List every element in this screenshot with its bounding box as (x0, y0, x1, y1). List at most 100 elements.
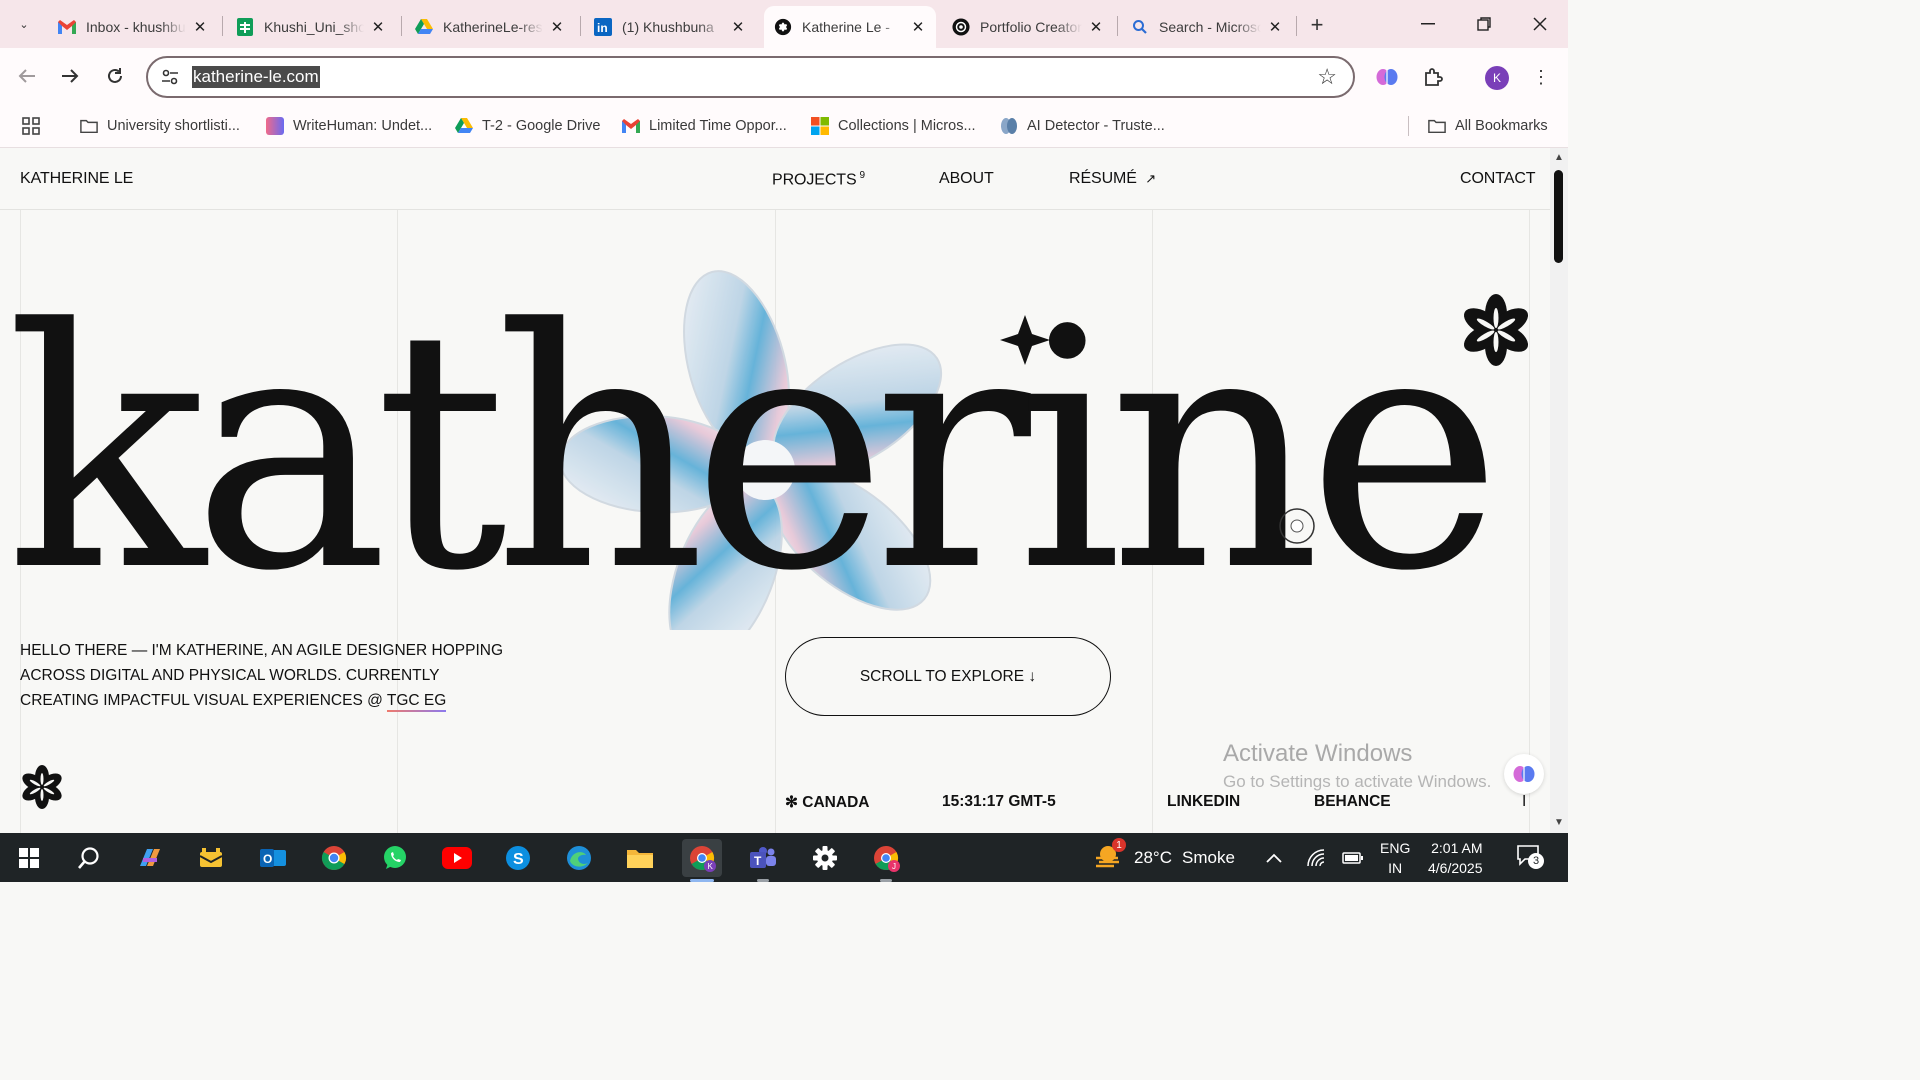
nav-projects[interactable]: PROJECTS 9 (772, 170, 865, 189)
scroll-to-explore-button[interactable]: SCROLL TO EXPLORE ↓ (785, 637, 1111, 716)
behance-link[interactable]: BEHANCE (1314, 793, 1391, 811)
file-explorer-icon[interactable] (620, 839, 660, 877)
nav-resume-label: RÉSUMÉ (1069, 170, 1137, 187)
notifications-icon[interactable]: 3 (1516, 833, 1544, 882)
projects-count: 9 (859, 170, 866, 181)
close-icon[interactable]: ✕ (1088, 19, 1104, 36)
new-tab-button[interactable]: + (1304, 12, 1330, 38)
all-bookmarks[interactable]: All Bookmarks (1428, 113, 1548, 139)
wifi-icon[interactable] (1306, 833, 1326, 882)
tab-sheets[interactable]: Khushi_Uni_shortlist ✕ (226, 6, 396, 48)
brain-extension-icon[interactable] (1372, 62, 1402, 92)
ai-detector-icon (1000, 117, 1018, 135)
weather-widget[interactable]: 1 28°C Smoke (1094, 833, 1235, 882)
bookmark-label: Limited Time Oppor... (649, 118, 787, 134)
bookmark-label: University shortlisti... (107, 118, 240, 134)
minimize-button[interactable] (1400, 0, 1456, 48)
bookmark-google-drive[interactable]: T-2 - Google Drive (455, 113, 600, 139)
outlook-icon[interactable]: O (253, 839, 293, 877)
bookmark-ai-detector[interactable]: AI Detector - Truste... (1000, 113, 1165, 139)
search-icon[interactable] (69, 839, 109, 877)
whatsapp-icon[interactable] (375, 839, 415, 877)
bookmark-university[interactable]: University shortlisti... (80, 113, 240, 139)
mail-app-icon[interactable] (191, 839, 231, 877)
more-menu-icon[interactable]: ⋮ (1526, 62, 1556, 92)
activate-windows-title: Activate Windows (1223, 740, 1413, 767)
close-icon (1533, 17, 1547, 31)
back-button[interactable] (13, 62, 41, 90)
site-info-icon[interactable] (160, 67, 180, 87)
start-icon[interactable] (9, 839, 49, 877)
nav-projects-label: PROJECTS (772, 171, 857, 189)
svg-text:K: K (708, 862, 714, 871)
activate-windows-subtitle: Go to Settings to activate Windows. (1223, 772, 1492, 791)
chrome-profile-j-icon[interactable]: J (866, 839, 906, 877)
clock-date: 4/6/2025 (1428, 859, 1483, 876)
nav-resume[interactable]: RÉSUMÉ ↗ (1069, 170, 1156, 188)
tab-portfolio-creator[interactable]: Portfolio Creator ✕ (942, 6, 1114, 48)
weather-alert-badge: 1 (1112, 838, 1126, 852)
battery-icon[interactable] (1342, 833, 1364, 882)
edge-icon[interactable] (559, 839, 599, 877)
linkedin-link[interactable]: LINKEDIN (1167, 793, 1240, 811)
close-icon[interactable]: ✕ (192, 19, 208, 36)
close-icon[interactable]: ✕ (370, 19, 386, 36)
drive-icon (455, 117, 473, 135)
writehuman-icon (266, 117, 284, 135)
nav-about[interactable]: ABOUT (939, 170, 994, 188)
bookmark-limited-time[interactable]: Limited Time Oppor... (622, 113, 787, 139)
tab-search-chevron-icon[interactable]: ⌄ (10, 10, 38, 38)
page-scrollbar[interactable]: ▲ ▼ (1550, 148, 1568, 833)
clock[interactable]: 2:01 AM 4/6/2025 (1428, 833, 1483, 882)
scroll-up-icon[interactable]: ▲ (1553, 152, 1565, 164)
lang-line1: ENG (1380, 839, 1411, 856)
skype-icon[interactable]: S (498, 839, 538, 877)
url-text[interactable]: katherine-le.com (192, 66, 320, 88)
tgc-eg-link[interactable]: TGC EG (386, 692, 447, 712)
intro-text: HELLO THERE — I'M KATHERINE, AN AGILE DE… (20, 638, 520, 713)
search-icon (1131, 18, 1149, 36)
close-icon[interactable]: ✕ (549, 19, 565, 36)
reload-button[interactable] (101, 62, 129, 90)
language-indicator[interactable]: ENG IN (1380, 833, 1410, 882)
bookmark-star-icon[interactable]: ☆ (1317, 64, 1337, 90)
profile-avatar[interactable]: K (1485, 66, 1509, 90)
bookmark-writehuman[interactable]: WriteHuman: Undet... (266, 113, 432, 139)
extensions-puzzle-icon[interactable] (1418, 62, 1448, 92)
tab-strip: ⌄ Inbox - khushbuna ✕ Khushi_Uni_shortli… (0, 0, 1568, 48)
weather-desc: Smoke (1181, 847, 1235, 867)
bookmark-label: Collections | Micros... (838, 118, 976, 134)
show-hidden-icons-chevron-icon[interactable] (1266, 833, 1282, 882)
nav-contact[interactable]: CONTACT (1460, 170, 1536, 188)
forward-button[interactable] (56, 62, 84, 90)
copilot-icon[interactable] (130, 839, 170, 877)
address-bar[interactable]: katherine-le.com ☆ (146, 56, 1355, 98)
tab-linkedin[interactable]: in (1) Khushbuna ✕ (584, 6, 756, 48)
tab-katherine-le[interactable]: Katherine Le - ✕ (764, 6, 936, 48)
close-window-button[interactable] (1512, 0, 1568, 48)
site-brand[interactable]: KATHERINE LE (20, 170, 133, 188)
bookmark-collections[interactable]: Collections | Micros... (811, 113, 976, 139)
close-icon[interactable]: ✕ (730, 19, 746, 36)
folder-icon (80, 117, 98, 135)
sheets-icon (236, 18, 254, 36)
bookmarks-bar: University shortlisti... WriteHuman: Und… (0, 104, 1568, 148)
chrome-icon[interactable] (314, 839, 354, 877)
scroll-down-icon[interactable]: ▼ (1553, 817, 1565, 829)
tab-search-microsoft[interactable]: Search - Microsoft ✕ (1121, 6, 1293, 48)
close-icon[interactable]: ✕ (910, 19, 926, 36)
restore-button[interactable] (1456, 0, 1512, 48)
teams-icon[interactable]: T (743, 839, 783, 877)
restore-icon (1477, 17, 1491, 31)
scrollbar-thumb[interactable] (1554, 170, 1563, 263)
more-link[interactable]: I (1522, 793, 1526, 811)
tab-gmail[interactable]: Inbox - khushbuna ✕ (48, 6, 218, 48)
apps-grid-icon[interactable] (22, 113, 40, 139)
close-icon[interactable]: ✕ (1267, 19, 1283, 36)
brain-extension-icon[interactable] (1504, 754, 1544, 794)
youtube-icon[interactable] (437, 839, 477, 877)
settings-gear-icon[interactable] (805, 839, 845, 877)
location-label: ✻ CANADA (785, 794, 870, 811)
tab-drive[interactable]: KatherineLe-resume ✕ (405, 6, 575, 48)
chrome-profile-k-icon[interactable]: K (682, 839, 722, 877)
